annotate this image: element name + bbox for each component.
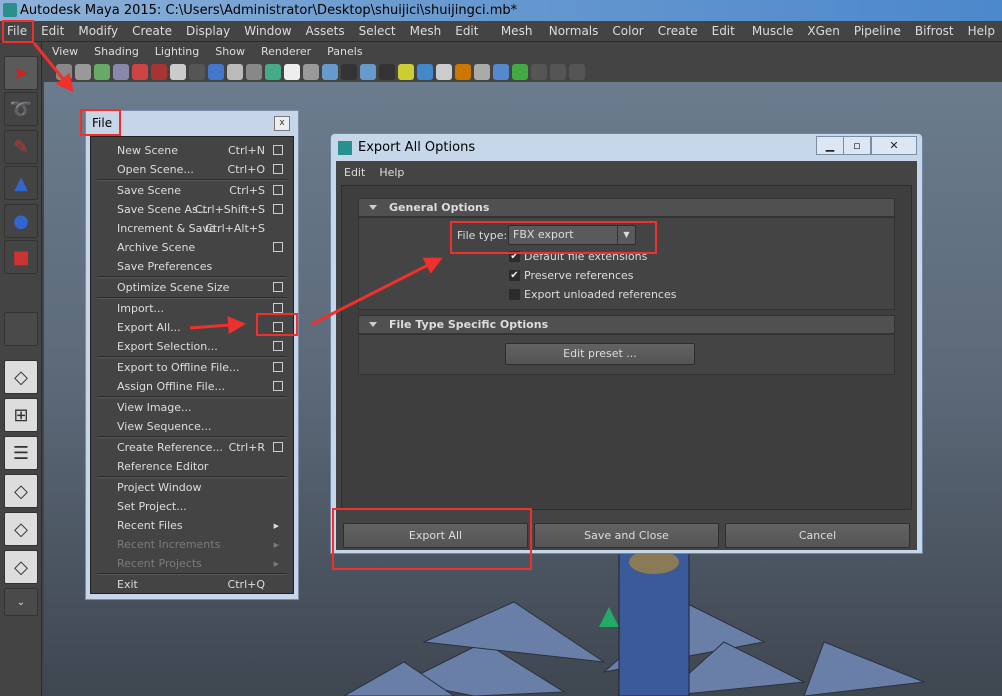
- arrow-to-file-window: [32, 42, 74, 93]
- arrow-to-file-type: [311, 257, 443, 326]
- arrow-to-option-box: [189, 316, 246, 335]
- annotation-arrows: [32, 42, 443, 335]
